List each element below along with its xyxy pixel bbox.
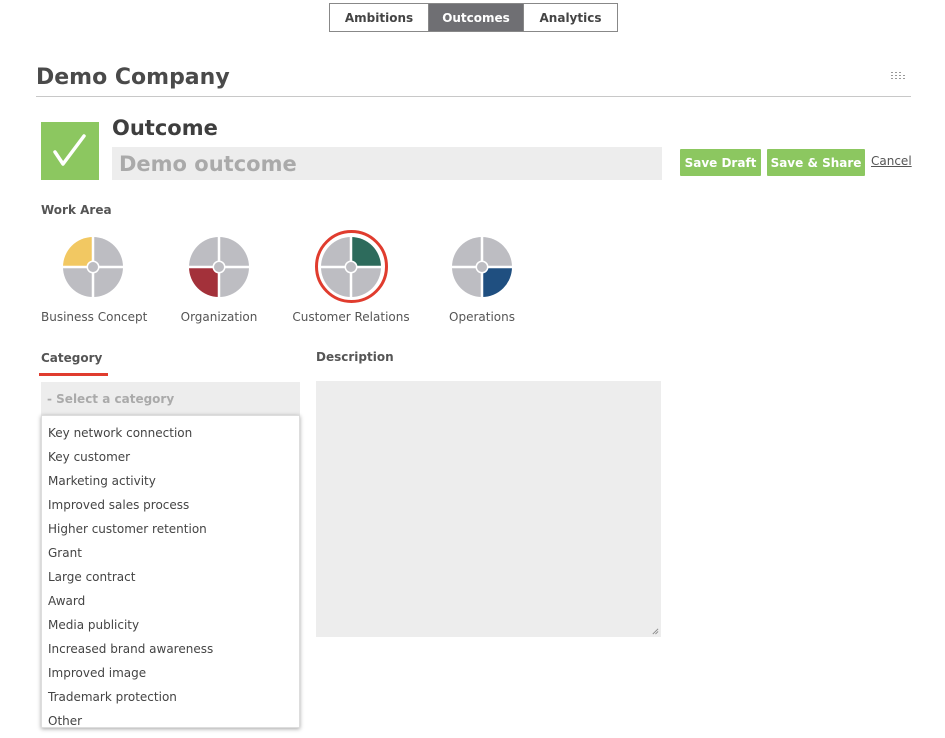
tab-outcomes[interactable]: Outcomes xyxy=(429,4,524,31)
organization-icon xyxy=(188,236,250,298)
cancel-link[interactable]: Cancel xyxy=(871,154,912,168)
header-divider xyxy=(36,96,911,97)
category-option[interactable]: Improved sales process xyxy=(42,493,299,517)
category-option[interactable]: Marketing activity xyxy=(42,469,299,493)
customer-relations-icon xyxy=(320,236,382,298)
save-draft-button[interactable]: Save Draft xyxy=(680,149,761,176)
work-area-organization[interactable]: Organization xyxy=(172,236,266,324)
resize-handle-icon[interactable] xyxy=(651,627,659,635)
description-label: Description xyxy=(316,350,394,364)
operations-icon xyxy=(451,236,513,298)
work-area-name: Organization xyxy=(180,310,258,324)
company-title: Demo Company xyxy=(36,65,230,90)
checkmark-icon xyxy=(41,122,99,180)
category-option[interactable]: Increased brand awareness xyxy=(42,637,299,661)
outcome-title-input[interactable]: Demo outcome xyxy=(112,147,662,180)
grid-menu-icon[interactable] xyxy=(891,72,907,80)
category-option[interactable]: Higher customer retention xyxy=(42,517,299,541)
work-area-name: Business Concept xyxy=(41,310,148,324)
category-option[interactable]: Improved image xyxy=(42,661,299,685)
category-option[interactable]: Award xyxy=(42,589,299,613)
work-area-name: Customer Relations xyxy=(292,310,410,324)
category-option[interactable]: Media publicity xyxy=(42,613,299,637)
save-share-button[interactable]: Save & Share xyxy=(767,149,865,176)
category-option[interactable]: Large contract xyxy=(42,565,299,589)
work-area-operations[interactable]: Operations xyxy=(440,236,524,324)
work-area-label: Work Area xyxy=(41,203,112,217)
tab-ambitions[interactable]: Ambitions xyxy=(330,4,429,31)
category-active-underline xyxy=(39,373,108,376)
category-option[interactable]: Other xyxy=(42,709,299,733)
description-textarea[interactable] xyxy=(316,381,661,637)
outcome-heading: Outcome xyxy=(112,116,218,140)
category-option[interactable]: Key customer xyxy=(42,445,299,469)
work-area-business-concept[interactable]: Business Concept xyxy=(41,236,148,324)
category-option[interactable]: Grant xyxy=(42,541,299,565)
category-label: Category xyxy=(41,351,103,365)
work-area-customer-relations[interactable]: Customer Relations xyxy=(290,236,412,324)
business-concept-icon xyxy=(62,236,124,298)
work-area-name: Operations xyxy=(449,310,515,324)
category-option[interactable]: Key network connection xyxy=(42,421,299,445)
category-select[interactable]: - Select a category xyxy=(41,382,300,415)
top-tabs: Ambitions Outcomes Analytics xyxy=(329,3,618,32)
tab-analytics[interactable]: Analytics xyxy=(524,4,617,31)
category-dropdown: Key network connection Key customer Mark… xyxy=(41,415,300,728)
category-option[interactable]: Trademark protection xyxy=(42,685,299,709)
